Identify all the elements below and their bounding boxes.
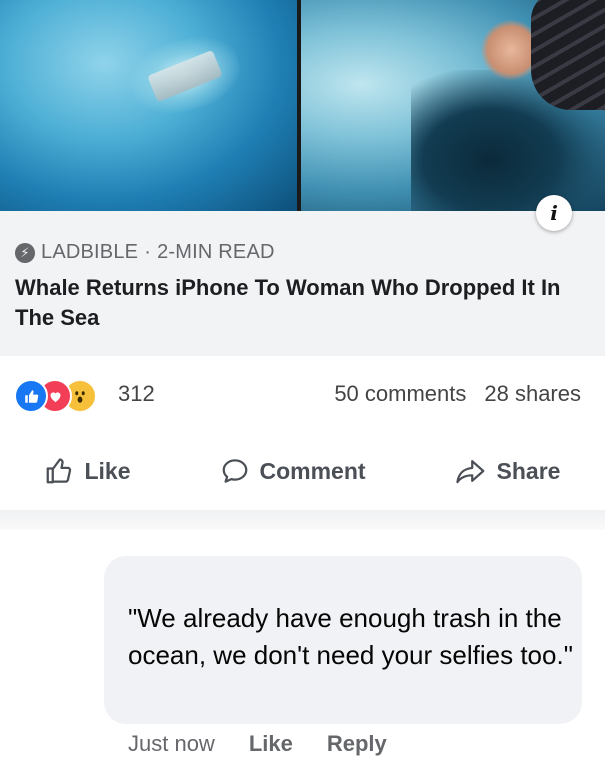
comment-like-link[interactable]: Like	[249, 731, 293, 757]
comment-timestamp: Just now	[128, 731, 215, 756]
reaction-count[interactable]: 312	[118, 381, 155, 407]
comment-reply-link[interactable]: Reply	[327, 731, 387, 757]
share-label: Share	[496, 457, 561, 484]
comments-count[interactable]: 50 comments	[334, 381, 466, 407]
engagement-counts: 50 comments 28 shares	[334, 381, 581, 407]
like-label: Like	[84, 457, 131, 484]
like-reaction-icon	[14, 379, 48, 413]
like-button[interactable]: Like	[44, 456, 131, 486]
action-bar: Like Comment Share	[0, 432, 605, 510]
source-row: ⚡ LADBIBLE · 2-MIN READ	[15, 241, 275, 264]
comment-text: "We already have enough trash in the oce…	[128, 603, 573, 670]
info-icon[interactable]: i	[536, 195, 572, 231]
share-arrow-icon	[455, 456, 487, 486]
media-frame-hand	[301, 0, 605, 211]
source-separator: ·	[144, 241, 152, 263]
link-preview[interactable]: ⚡ LADBIBLE · 2-MIN READ Whale Returns iP…	[0, 211, 605, 356]
comment-button[interactable]: Comment	[220, 456, 366, 486]
reaction-icons[interactable]	[14, 379, 114, 413]
lightning-icon: ⚡	[15, 242, 35, 263]
speech-bubble-icon	[220, 456, 250, 486]
thumbs-up-icon	[44, 456, 74, 486]
striped-sleeve	[531, 0, 605, 110]
comment-meta: Just now Like Reply	[128, 731, 387, 757]
reactions-bar: 312 50 comments 28 shares	[0, 356, 605, 432]
post-media[interactable]	[0, 0, 605, 211]
article-headline[interactable]: Whale Returns iPhone To Woman Who Droppe…	[15, 273, 575, 333]
shares-count[interactable]: 28 shares	[484, 381, 581, 407]
section-divider	[0, 510, 605, 530]
read-time: 2-MIN READ	[157, 241, 275, 263]
share-button[interactable]: Share	[455, 456, 561, 486]
comment-label: Comment	[259, 457, 366, 484]
source-name: LADBIBLE	[41, 241, 139, 263]
media-frame-whale	[0, 0, 297, 211]
